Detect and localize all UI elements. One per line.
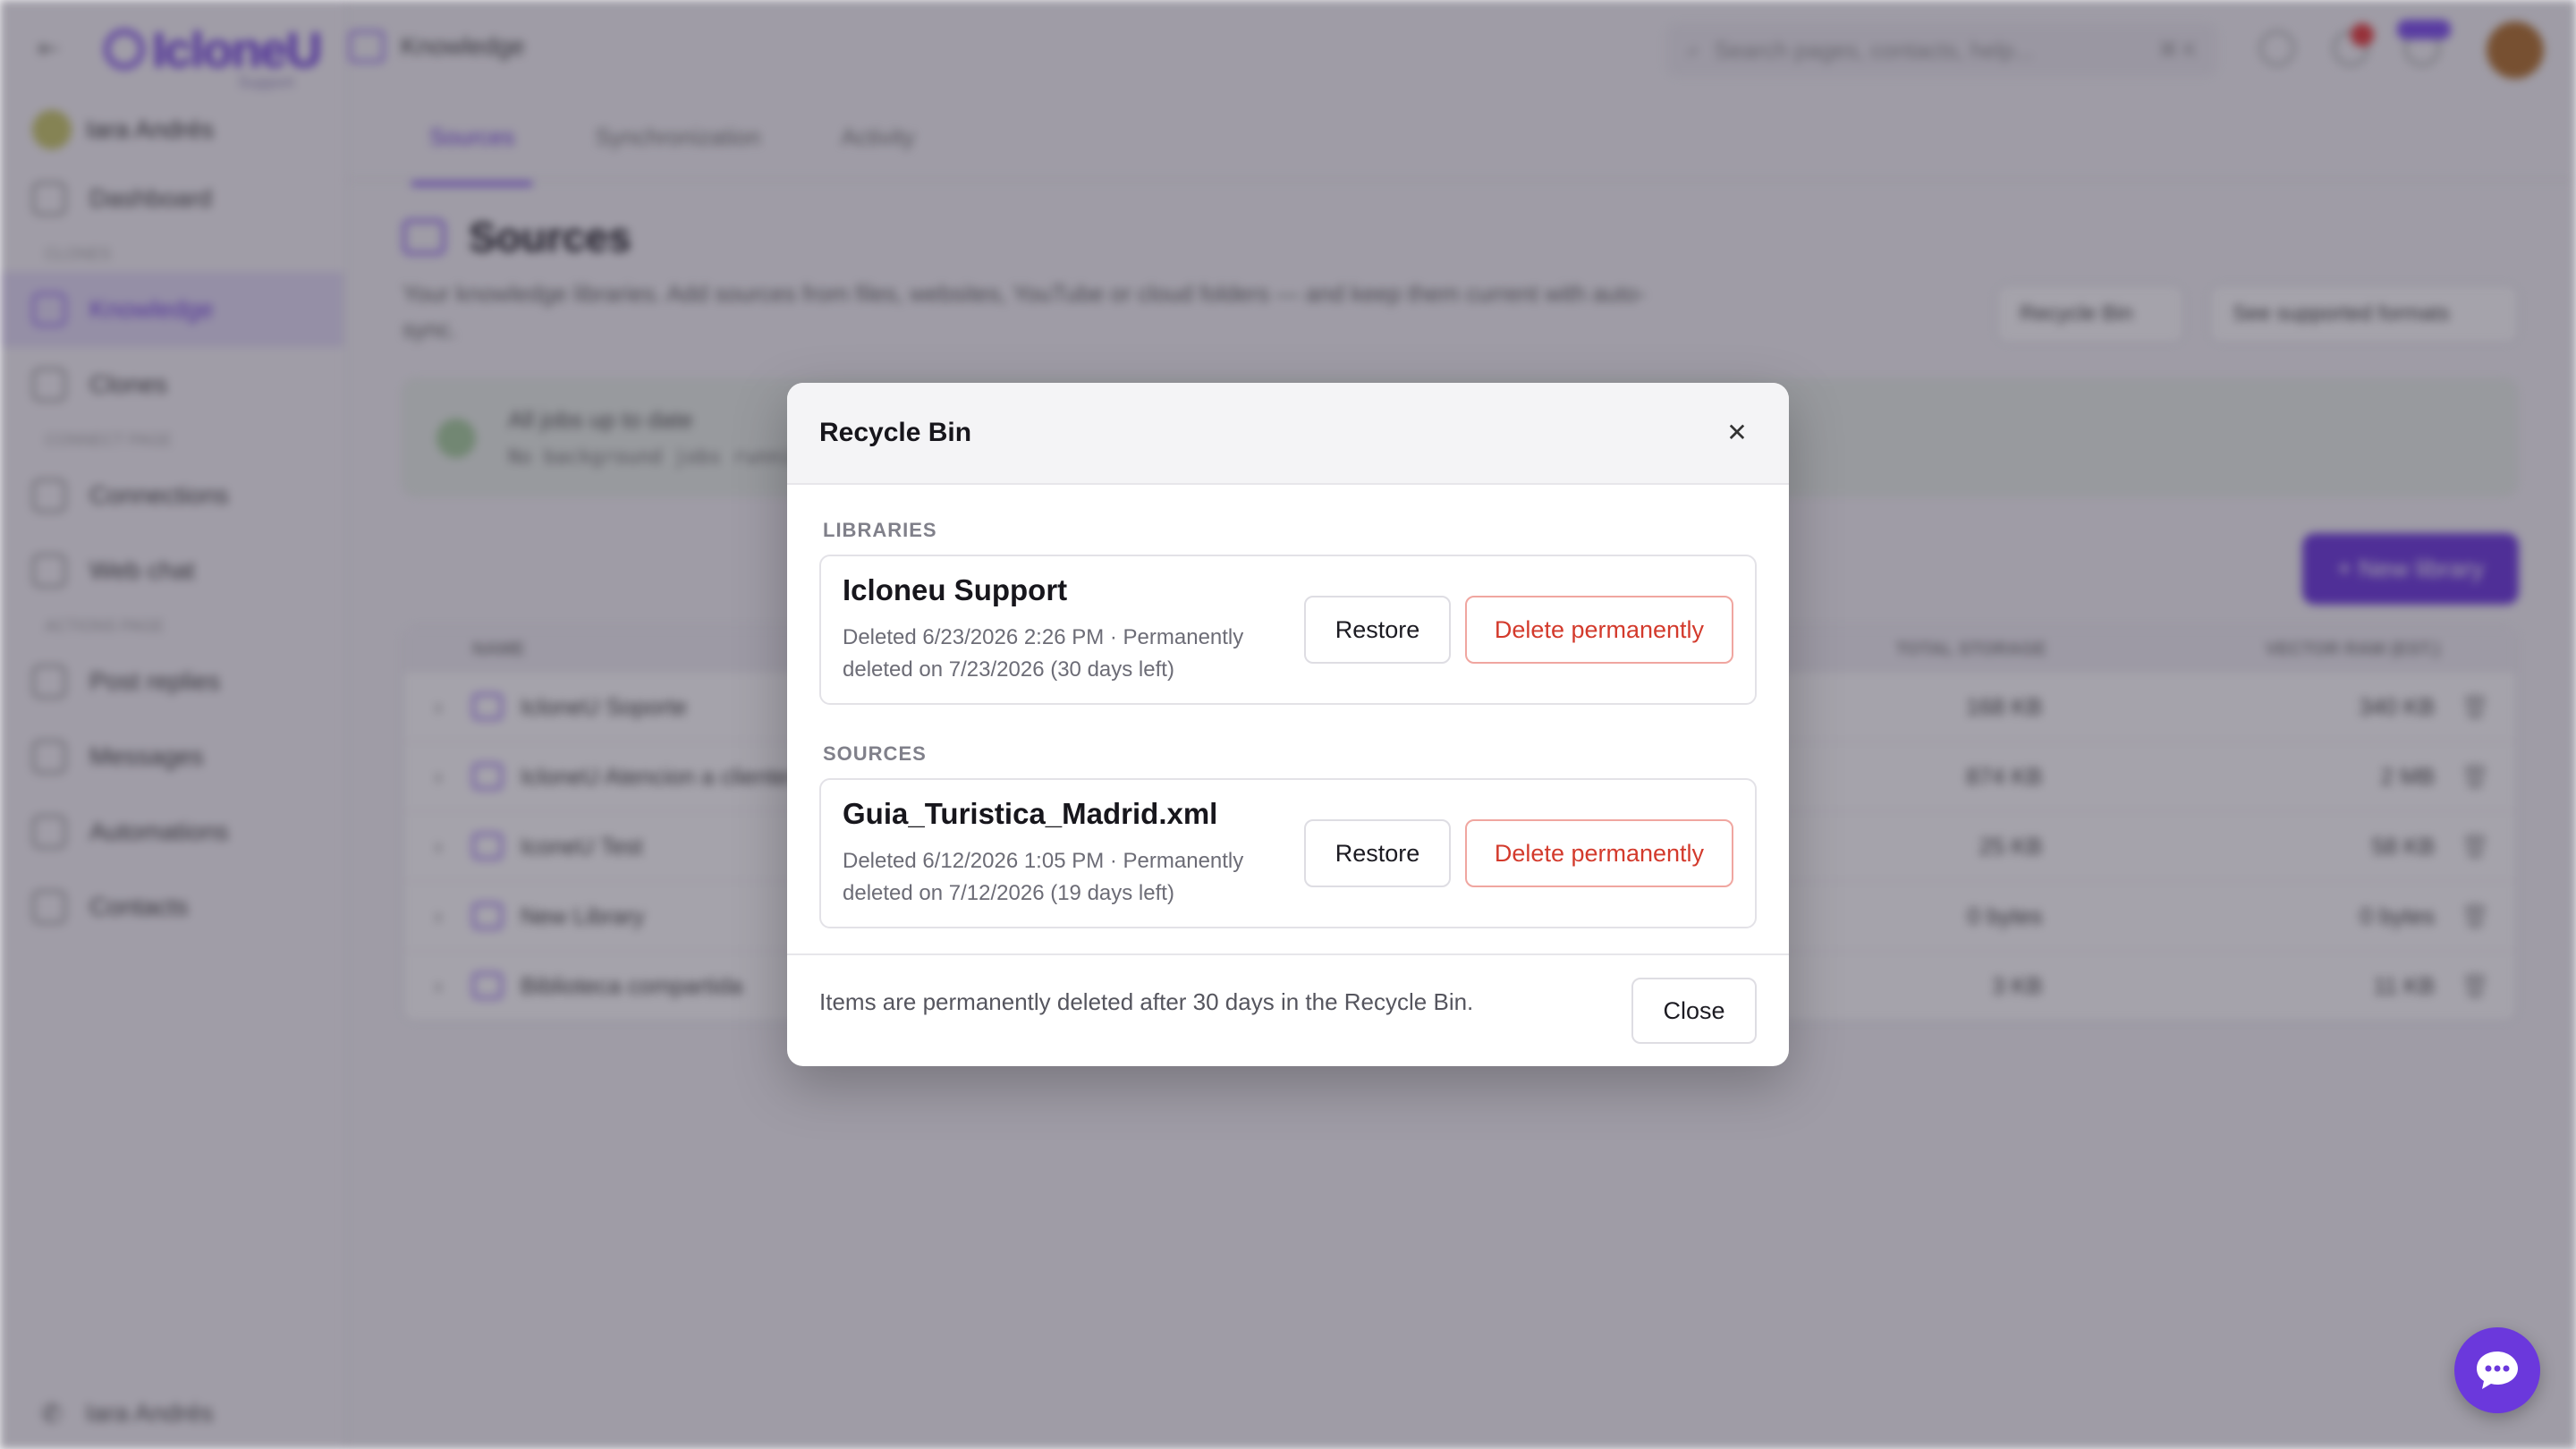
delete-permanently-button[interactable]: Delete permanently: [1465, 819, 1733, 887]
dialog-title: Recycle Bin: [819, 418, 972, 447]
retention-note: Items are permanently deleted after 30 d…: [819, 987, 1474, 1015]
restore-button[interactable]: Restore: [1304, 819, 1451, 887]
section-label-sources: SOURCES: [823, 742, 927, 765]
item-name: Icloneu Support: [843, 573, 1068, 606]
item-info: Guia_Turistica_Madrid.xml Deleted 6/12/2…: [843, 797, 1304, 910]
delete-permanently-button[interactable]: Delete permanently: [1465, 596, 1733, 664]
item-deletion-info: Deleted 6/12/2026 1:05 PM · Permanently …: [843, 849, 1244, 905]
close-button[interactable]: Close: [1631, 978, 1757, 1044]
deleted-library-item: Icloneu Support Deleted 6/23/2026 2:26 P…: [819, 555, 1757, 705]
item-name: Guia_Turistica_Madrid.xml: [843, 797, 1218, 830]
close-icon[interactable]: ✕: [1717, 413, 1757, 453]
chat-launcher-button[interactable]: [2454, 1327, 2540, 1413]
recycle-bin-dialog: Recycle Bin ✕ LIBRARIES Icloneu Support …: [787, 383, 1789, 1066]
item-deletion-info: Deleted 6/23/2026 2:26 PM · Permanently …: [843, 625, 1244, 682]
deleted-source-item: Guia_Turistica_Madrid.xml Deleted 6/12/2…: [819, 778, 1757, 928]
dialog-footer: Items are permanently deleted after 30 d…: [787, 953, 1789, 1066]
restore-button[interactable]: Restore: [1304, 596, 1451, 664]
item-info: Icloneu Support Deleted 6/23/2026 2:26 P…: [843, 573, 1304, 686]
dialog-header: Recycle Bin ✕: [787, 383, 1789, 485]
dialog-body: LIBRARIES Icloneu Support Deleted 6/23/2…: [787, 485, 1789, 928]
chat-bubble-icon: [2477, 1352, 2518, 1389]
section-label-libraries: LIBRARIES: [823, 519, 937, 541]
